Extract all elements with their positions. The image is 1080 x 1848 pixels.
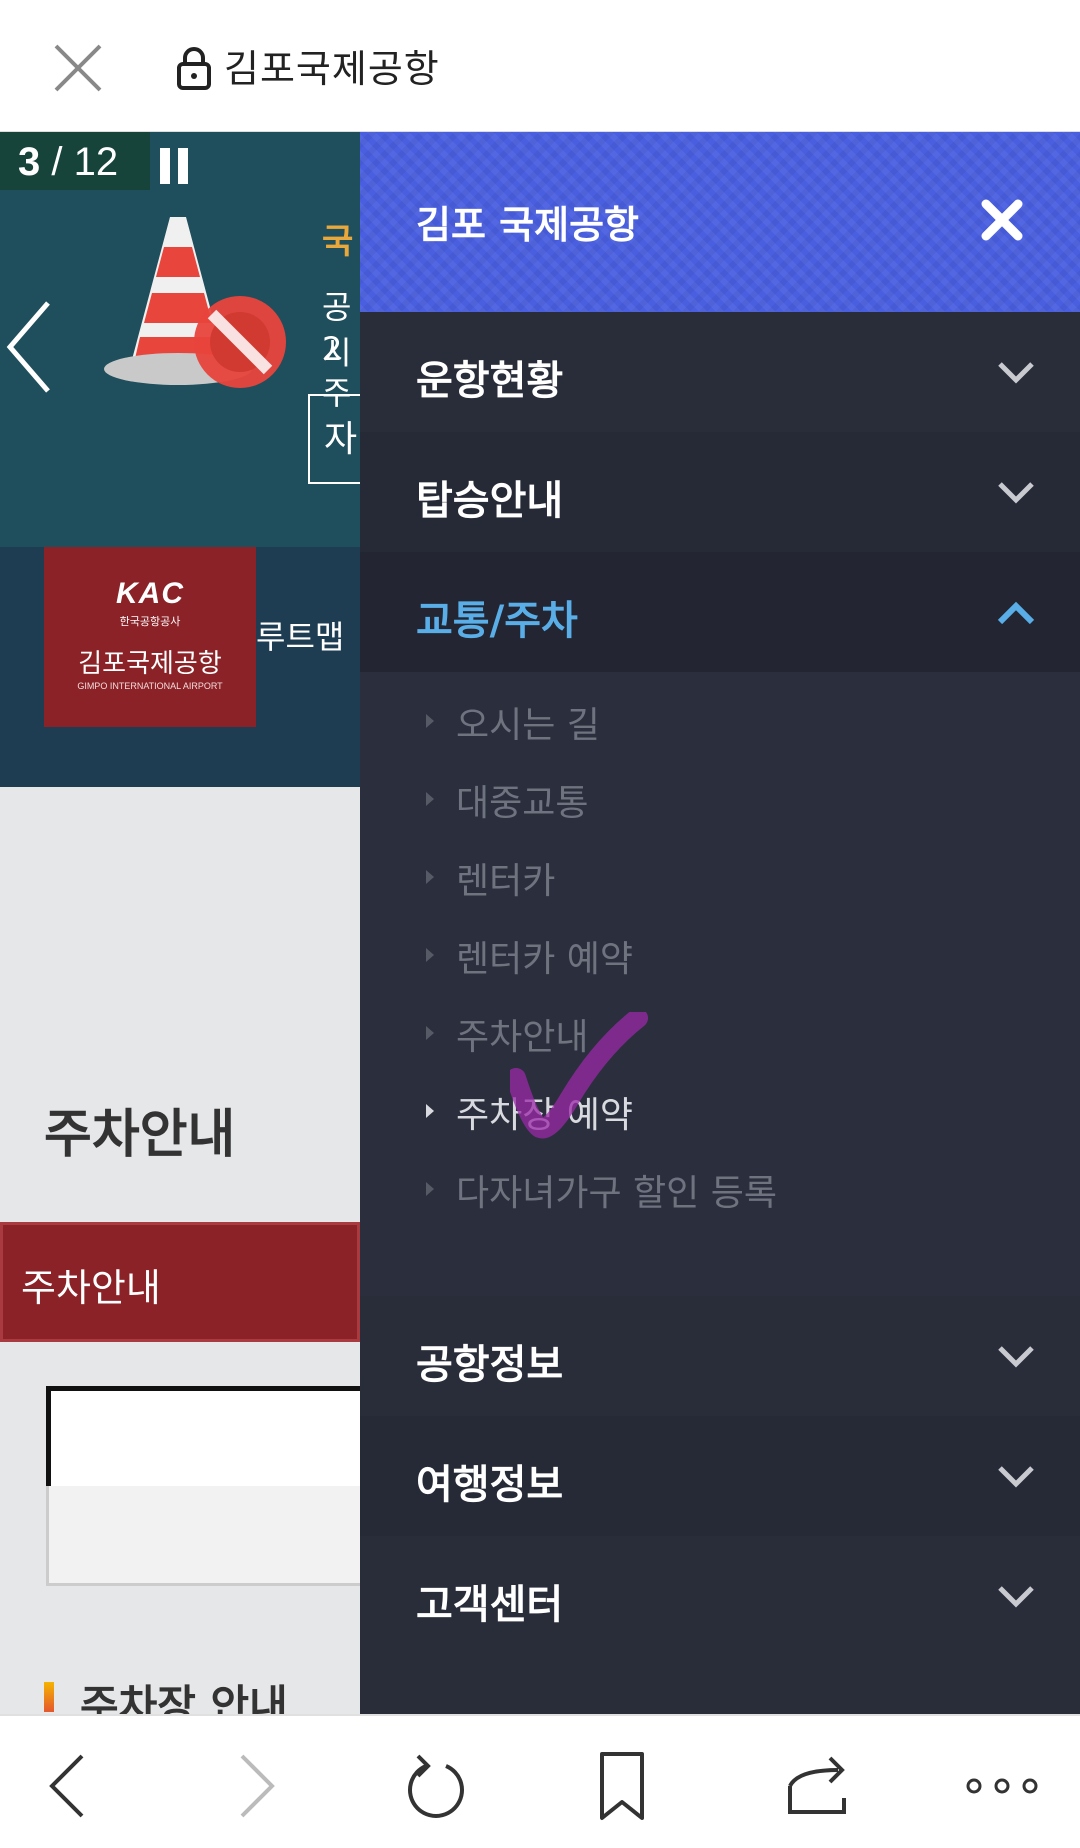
section-heading: 주차장 안내 xyxy=(44,1672,288,1714)
notice-banner[interactable]: 3 / 12 국 공시 2주 자 xyxy=(0,132,360,547)
kac-logo-mark: KAC xyxy=(116,577,184,610)
menu-item-customer-center[interactable]: 고객센터 xyxy=(360,1536,1080,1656)
menu-item-travel-info[interactable]: 여행정보 xyxy=(360,1416,1080,1536)
tab-label: 주차안내 xyxy=(21,1266,161,1310)
bookmark-icon[interactable] xyxy=(582,1746,662,1826)
close-icon[interactable] xyxy=(50,40,106,96)
chevron-down-icon xyxy=(998,1586,1034,1608)
chevron-down-icon xyxy=(998,1466,1034,1488)
kac-logo[interactable]: KAC 한국공항공사 김포국제공항 GIMPO INTERNATIONAL AI… xyxy=(44,547,256,727)
menu-item-boarding-guide[interactable]: 탑승안내 xyxy=(360,432,1080,552)
submenu-item-rental-car[interactable]: 렌터카 xyxy=(416,846,1056,906)
menu-item-airport-info[interactable]: 공항정보 xyxy=(360,1296,1080,1416)
browser-top-bar: 김포국제공항 xyxy=(0,0,1080,132)
menu-item-traffic-parking[interactable]: 교통/주차 xyxy=(360,552,1080,672)
chevron-down-icon xyxy=(998,362,1034,384)
chevron-left-icon[interactable] xyxy=(4,297,54,397)
chevron-up-icon xyxy=(997,601,1035,625)
close-icon[interactable] xyxy=(980,198,1024,242)
refresh-icon[interactable] xyxy=(396,1746,476,1826)
chevron-down-icon xyxy=(998,1346,1034,1368)
banner-detail-button[interactable]: 자 xyxy=(308,394,360,484)
side-menu: 김포 국제공항 운항현황 탑승안내 교통/주차 오시는 길 대중교통 렌터카 렌… xyxy=(360,132,1080,1714)
banner-heading: 국 xyxy=(322,222,354,262)
page-title: 주차안내 xyxy=(44,1105,236,1165)
caret-right-icon xyxy=(426,714,434,728)
forward-icon[interactable] xyxy=(214,1746,294,1826)
content-frame xyxy=(46,1386,360,1486)
no-traffic-cone-icon xyxy=(104,217,286,388)
kac-logo-english: GIMPO INTERNATIONAL AIRPORT xyxy=(77,681,223,691)
lock-icon xyxy=(177,47,211,90)
checkmark-icon xyxy=(510,1012,648,1139)
share-icon[interactable] xyxy=(778,1746,858,1826)
caret-right-icon xyxy=(426,1182,434,1196)
more-icon[interactable] xyxy=(962,1746,1042,1826)
tab-parking-info[interactable]: 주차안내 xyxy=(0,1222,360,1342)
submenu-item-rental-car-reservation[interactable]: 렌터카 예약 xyxy=(416,924,1056,984)
back-icon[interactable] xyxy=(30,1746,110,1826)
pause-icon[interactable] xyxy=(160,148,188,184)
submenu-item-multi-child-discount[interactable]: 다자녀가구 할인 등록 xyxy=(416,1158,1056,1218)
chevron-down-icon xyxy=(998,482,1034,504)
menu-header: 김포 국제공항 xyxy=(360,132,1080,312)
route-map-link[interactable]: 루트맵 xyxy=(256,612,344,658)
submenu-traffic-parking: 오시는 길 대중교통 렌터카 렌터카 예약 주차안내 주차장 예약 다자녀가구 … xyxy=(360,672,1080,1296)
caret-right-icon xyxy=(426,1026,434,1040)
submenu-item-directions[interactable]: 오시는 길 xyxy=(416,690,1056,750)
background-page: 3 / 12 국 공시 2주 자 KAC 한국공항공사 김포국제공항 GIMPO… xyxy=(0,132,360,1714)
submenu-item-public-transport[interactable]: 대중교통 xyxy=(416,768,1056,828)
slide-counter: 3 / 12 xyxy=(18,140,119,184)
site-title: 김포국제공항 xyxy=(224,47,440,91)
kac-logo-subtitle: 한국공항공사 xyxy=(119,615,181,628)
kac-logo-name: 김포국제공항 xyxy=(78,649,222,679)
caret-right-icon xyxy=(426,792,434,806)
slide-counter-box: 3 / 12 xyxy=(0,132,150,190)
caret-right-icon xyxy=(426,870,434,884)
caret-right-icon xyxy=(426,1104,434,1118)
menu-item-flight-status[interactable]: 운항현황 xyxy=(360,312,1080,432)
caret-right-icon xyxy=(426,948,434,962)
menu-title: 김포 국제공항 xyxy=(416,203,639,247)
browser-bottom-bar xyxy=(0,1714,1080,1848)
